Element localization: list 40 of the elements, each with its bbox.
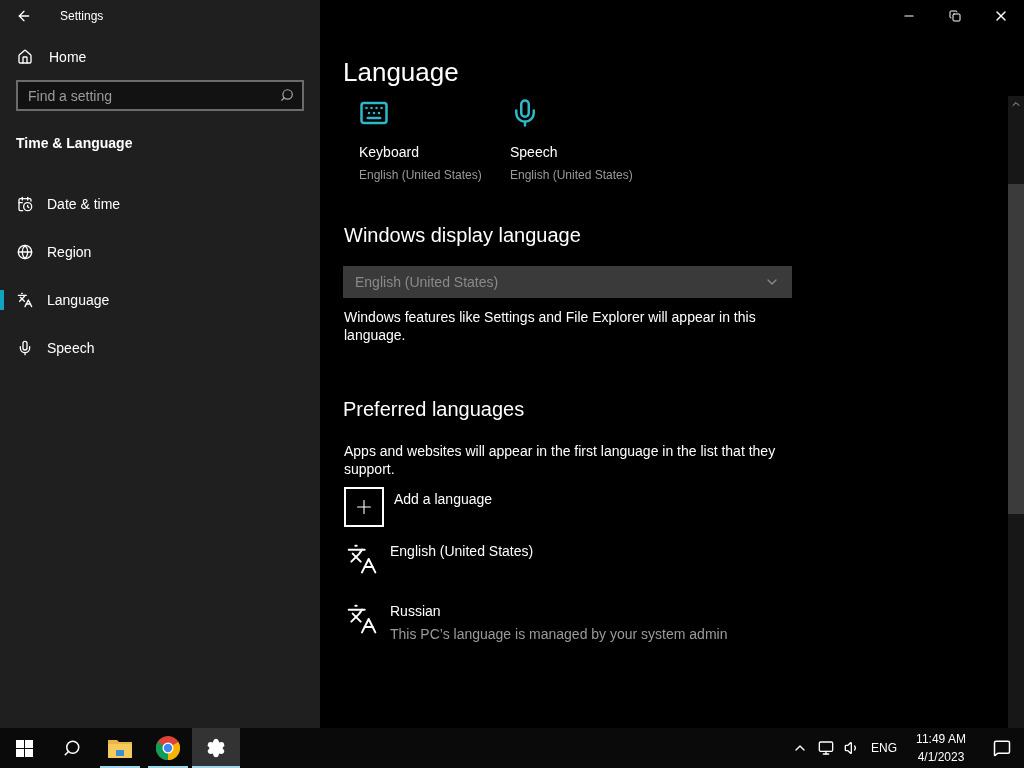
notification-icon <box>993 739 1011 757</box>
language-note: This PC’s language is managed by your system admin <box>390 625 728 644</box>
taskbar-button[interactable] <box>192 728 240 768</box>
search-icon <box>63 739 81 757</box>
tile-label: Speech <box>510 143 559 162</box>
language-icon <box>346 543 378 575</box>
section-title: Time & Language <box>15 134 134 153</box>
browser-icon <box>156 736 180 760</box>
network-icon[interactable] <box>818 740 834 756</box>
folder-icon <box>108 738 132 758</box>
nav-item[interactable]: Speech <box>0 324 320 372</box>
nav-item[interactable]: Region <box>0 228 320 276</box>
scrollbar[interactable] <box>1008 96 1024 728</box>
windows-logo-icon <box>15 739 33 757</box>
window-title: Settings <box>60 8 104 25</box>
globe-icon <box>17 244 33 260</box>
nav-item[interactable]: Date & time <box>0 180 320 228</box>
preferred-language-row[interactable]: English (United States) <box>343 541 1008 601</box>
preferred-language-row[interactable]: Russian This PC’s language is managed by your system admin <box>343 601 1008 661</box>
input-indicator[interactable]: ENG <box>866 728 902 768</box>
back-icon[interactable] <box>16 8 32 24</box>
language-name: English (United States) <box>390 542 534 561</box>
section-heading: Windows display language <box>343 223 582 248</box>
language-name: Russian <box>390 602 442 621</box>
home-link[interactable]: Home <box>0 41 320 73</box>
restore-icon <box>949 10 961 22</box>
description: Apps and websites will appear in the first language in the list that they support. <box>343 442 777 478</box>
section-heading: Preferred languages <box>343 397 526 422</box>
add-language-button[interactable]: Add a language <box>343 487 1008 527</box>
description: Windows features like Settings and File Explorer will appear in this language. <box>343 308 757 344</box>
tile-label: Keyboard <box>359 143 420 162</box>
search-icon <box>280 88 294 102</box>
search-field[interactable]: Find a setting <box>16 80 304 111</box>
language-icon <box>17 292 33 308</box>
home-icon <box>17 49 33 65</box>
clock[interactable]: 11:49 AM 4/1/2023 <box>902 728 980 768</box>
microphone-icon <box>17 340 33 356</box>
page-title: Language <box>343 56 460 88</box>
calendar-icon <box>17 196 33 212</box>
language-icon <box>346 603 378 635</box>
